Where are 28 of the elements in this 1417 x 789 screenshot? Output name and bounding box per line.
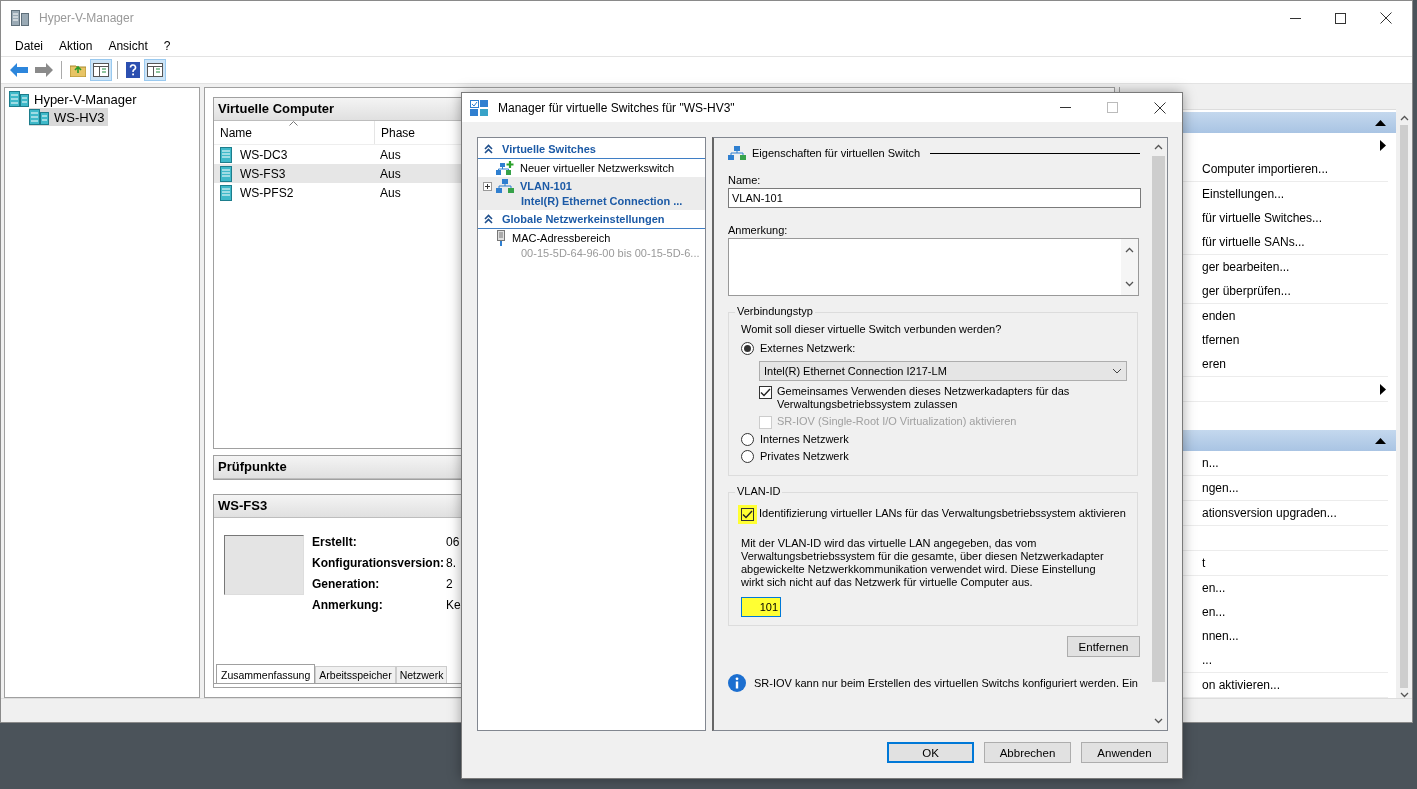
window-title: Hyper-V-Manager [39,11,134,25]
info-text: SR-IOV kann nur beim Erstellen des virtuellen Switchs konfiguriert werden. Ein [754,677,1138,689]
description-text: Mit der VLAN-ID wird das virtuelle LAN angegeben, das vom Verwaltungsbetriebssystem für die gesamte, über diesen Netzwerkadapter abgewickelte Netzwerkkommunikation verwendet wird. Diese Einstellung wirkt sich nicht auf das Netzwerk für virtuelle Computer aus. [741,537,1105,589]
dialog-title: Manager für virtuelle Switches für "WS-HV3" [498,100,735,115]
question-text: Womit soll dieser virtuelle Switch verbunden werden? [741,323,1003,335]
option-label: Internes Netzwerk [760,433,849,446]
option-label: Gemeinsames Verwenden dieses Netzwerkadapters für das Verwaltungsbetriebssystem zulassen [777,385,1071,411]
option-label: Externes Netzwerk: [760,342,856,355]
field-label: Konfigurationsversion: [312,556,445,571]
field-value: 2 [446,577,454,592]
group-title: VLAN-ID [735,485,783,497]
field-value: Ke [446,598,461,613]
field-label: Erstellt: [312,535,358,550]
table-cell: Aus [380,166,401,181]
table-cell: WS-FS3 [240,166,286,181]
field-value: 8. [446,556,457,571]
field-label: Anmerkung: [728,224,789,236]
field-label: Name: [728,174,762,186]
section-title: Eigenschaften für virtuellen Switch [752,147,921,159]
field-label: Anmerkung: [312,598,384,613]
table-cell: Aus [380,185,401,200]
table-cell: Aus [380,147,401,162]
group-title: Verbindungstyp [735,305,815,317]
field-label: Generation: [312,577,381,592]
option-label: SR-IOV (Single-Root I/O Virtualization) aktivieren [777,415,1017,428]
field-value: 06 [446,535,461,550]
table-cell: WS-PFS2 [240,185,294,200]
table-cell: WS-DC3 [240,147,288,162]
